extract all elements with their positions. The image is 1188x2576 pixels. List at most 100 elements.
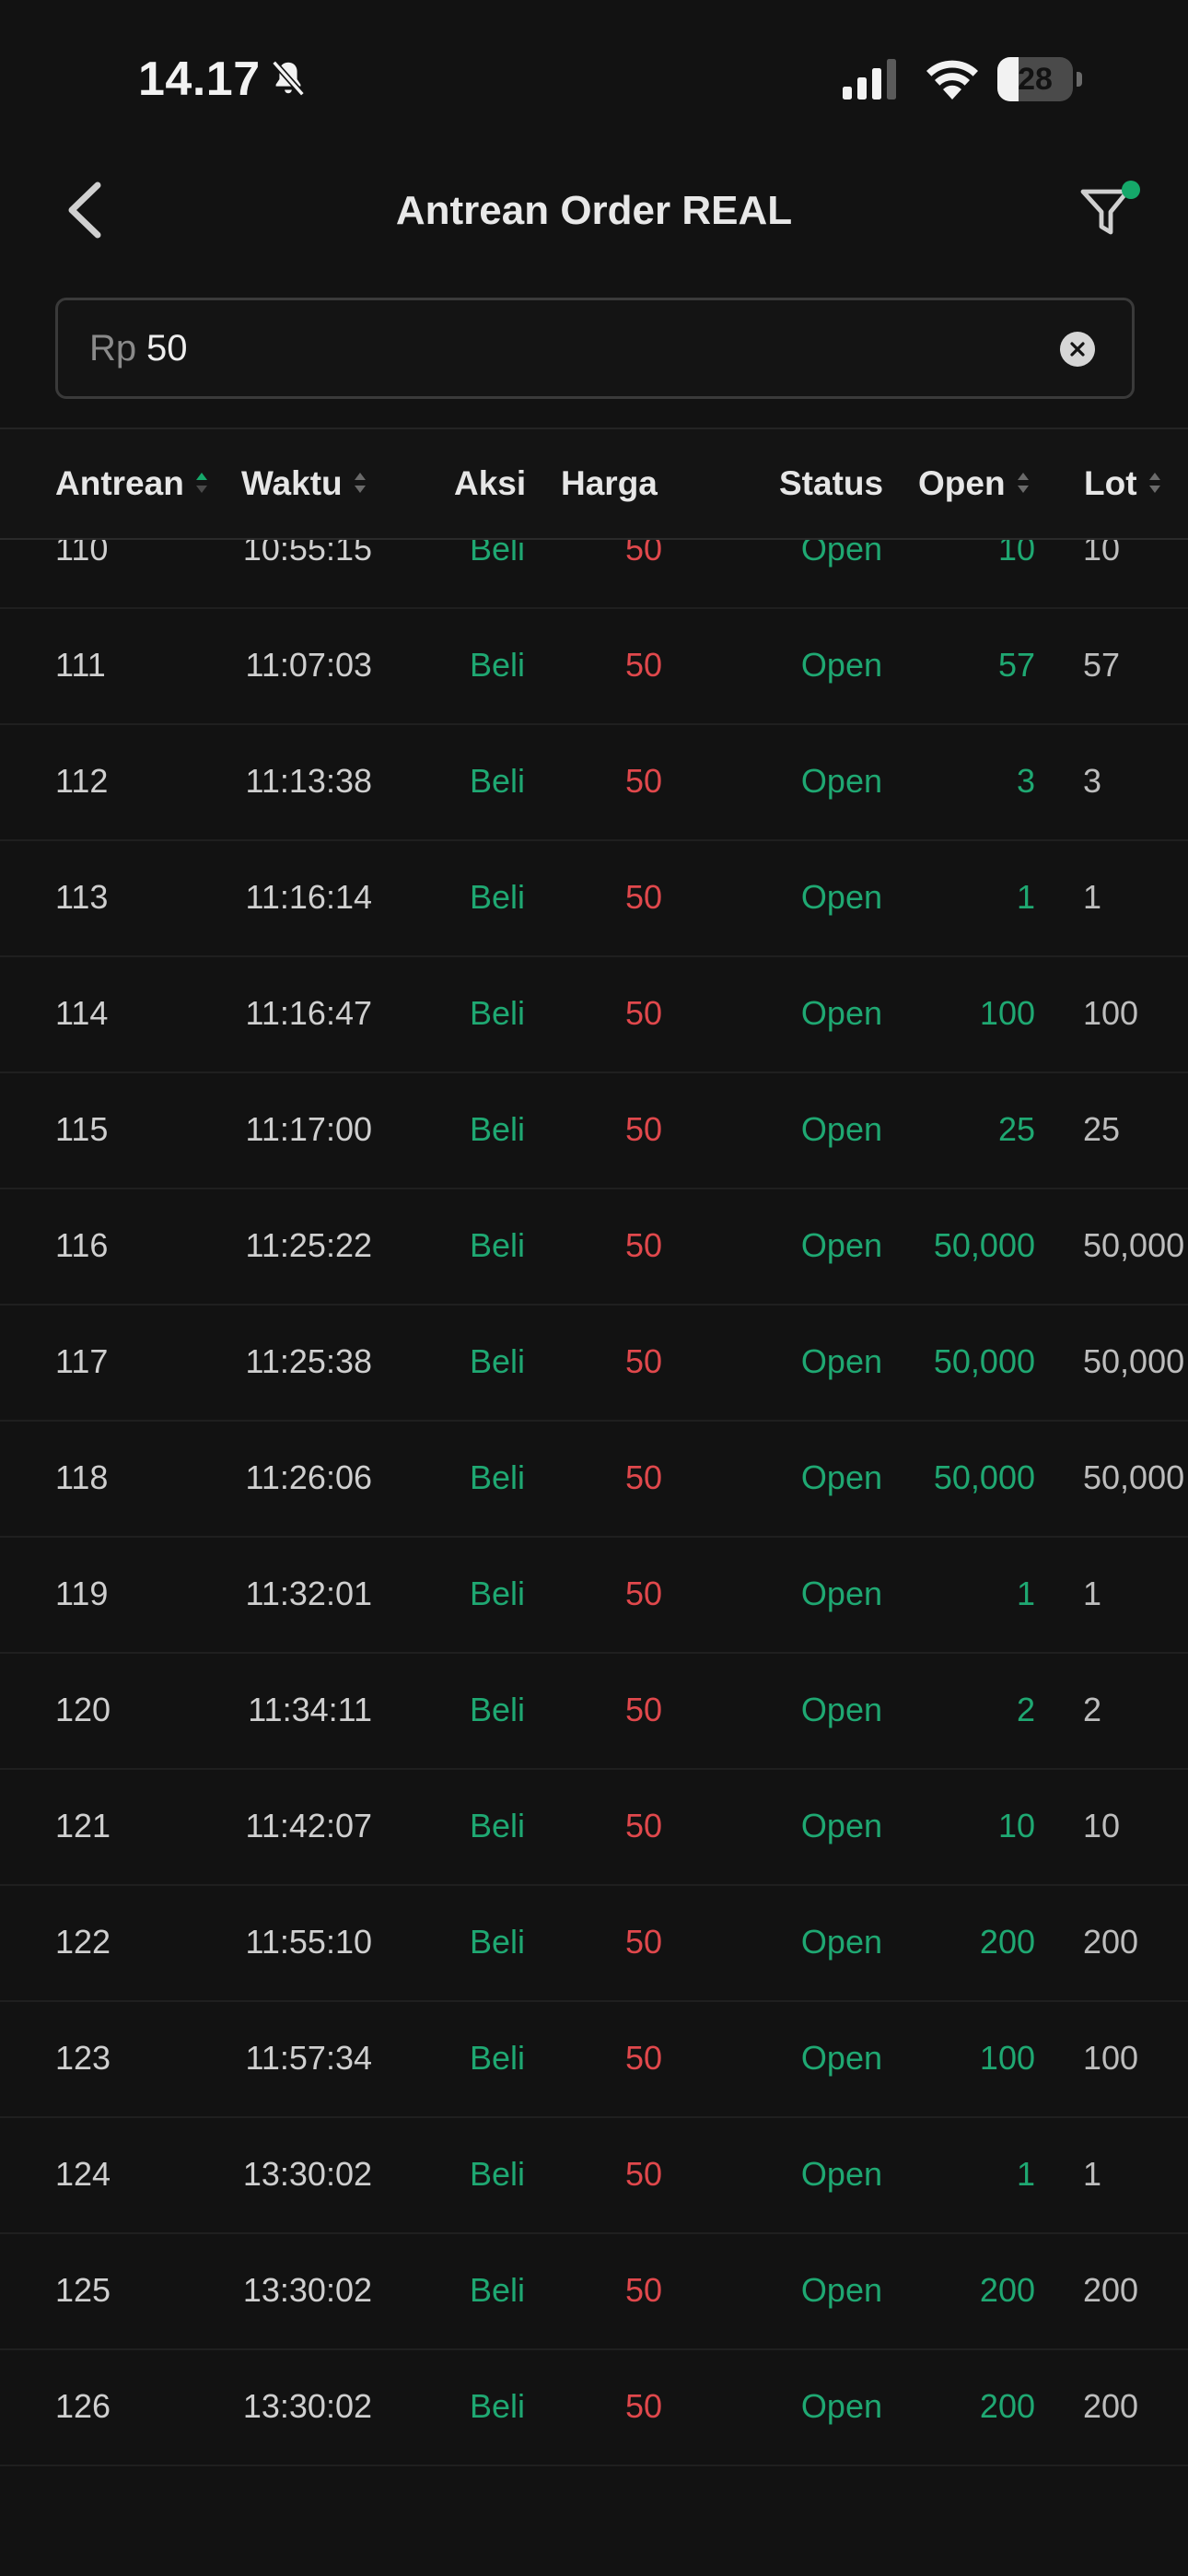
table-row[interactable]: 123 11:57:34 Beli 50 Open 100 100 xyxy=(0,2000,1188,2118)
price-search-input[interactable]: Rp 50 xyxy=(55,298,1135,399)
cell-status: Open xyxy=(800,1691,882,1728)
close-icon xyxy=(1070,342,1085,357)
cell-harga: 50 xyxy=(624,540,662,568)
cell-antrean: 111 xyxy=(55,646,106,684)
cell-lot: 1 xyxy=(1083,1575,1102,1612)
cell-harga: 50 xyxy=(624,1575,662,1612)
cell-waktu: 11:26:06 xyxy=(245,1458,372,1496)
table-row[interactable]: 119 11:32:01 Beli 50 Open 1 1 xyxy=(0,1536,1188,1654)
cell-aksi: Beli xyxy=(469,2271,525,2309)
table-row[interactable]: 122 11:55:10 Beli 50 Open 200 200 xyxy=(0,1884,1188,2002)
cell-harga: 50 xyxy=(624,646,662,684)
search-value[interactable]: 50 xyxy=(146,300,188,396)
cell-status: Open xyxy=(800,2039,882,2077)
cell-lot: 1 xyxy=(1083,878,1102,916)
status-bar: 14.17 28 xyxy=(0,0,1188,157)
table-row[interactable]: 118 11:26:06 Beli 50 Open 50,000 50,000 xyxy=(0,1420,1188,1538)
cell-lot: 200 xyxy=(1083,1923,1139,1961)
cell-aksi: Beli xyxy=(469,2155,525,2193)
table-row[interactable]: 124 13:30:02 Beli 50 Open 1 1 xyxy=(0,2116,1188,2234)
column-label: Antrean xyxy=(55,464,184,502)
cell-harga: 50 xyxy=(624,1923,662,1961)
column-label: Waktu xyxy=(241,464,343,502)
cell-harga: 50 xyxy=(624,878,662,916)
cell-waktu: 13:30:02 xyxy=(242,2155,372,2193)
cell-lot: 1 xyxy=(1083,2155,1102,2193)
table-row[interactable]: 116 11:25:22 Beli 50 Open 50,000 50,000 xyxy=(0,1188,1188,1306)
cell-harga: 50 xyxy=(624,1226,662,1264)
cell-aksi: Beli xyxy=(469,1342,525,1380)
table-row[interactable]: 126 13:30:02 Beli 50 Open 200 200 xyxy=(0,2348,1188,2466)
cell-harga: 50 xyxy=(624,2387,662,2425)
cell-waktu: 11:42:07 xyxy=(245,1807,372,1844)
cell-aksi: Beli xyxy=(469,1575,525,1612)
cell-open: 2 xyxy=(1016,1691,1035,1728)
cell-open: 50,000 xyxy=(933,1226,1035,1264)
cell-waktu: 11:25:22 xyxy=(245,1226,372,1264)
cell-aksi: Beli xyxy=(469,2387,525,2425)
column-header-aksi: Aksi xyxy=(454,429,526,538)
table-row[interactable]: 112 11:13:38 Beli 50 Open 3 3 xyxy=(0,723,1188,841)
column-header-antrean[interactable]: Antrean xyxy=(55,429,210,538)
cell-harga: 50 xyxy=(624,2039,662,2077)
cell-harga: 50 xyxy=(624,1807,662,1844)
cell-antrean: 125 xyxy=(55,2271,111,2309)
cell-status: Open xyxy=(800,1458,882,1496)
order-queue-table[interactable]: 110 10:55:15 Beli 50 Open 10 10 111 11:07:03 Beli… xyxy=(0,540,1188,2475)
cell-status: Open xyxy=(800,878,882,916)
cell-antrean: 120 xyxy=(55,1691,111,1728)
cell-aksi: Beli xyxy=(469,1226,525,1264)
cell-antrean: 117 xyxy=(55,1342,109,1380)
cell-aksi: Beli xyxy=(469,540,525,568)
cell-antrean: 122 xyxy=(55,1923,111,1961)
table-row[interactable]: 114 11:16:47 Beli 50 Open 100 100 xyxy=(0,955,1188,1073)
column-header-open[interactable]: Open xyxy=(918,429,1031,538)
cell-status: Open xyxy=(800,1575,882,1612)
cell-aksi: Beli xyxy=(469,994,525,1032)
column-header-status: Status xyxy=(779,429,883,538)
table-row[interactable]: 117 11:25:38 Beli 50 Open 50,000 50,000 xyxy=(0,1304,1188,1422)
cell-antrean: 123 xyxy=(55,2039,111,2077)
column-header-waktu[interactable]: Waktu xyxy=(241,429,368,538)
cell-open: 10 xyxy=(997,540,1035,568)
table-row[interactable]: 113 11:16:14 Beli 50 Open 1 1 xyxy=(0,839,1188,957)
cell-waktu: 11:34:11 xyxy=(248,1691,372,1728)
cell-waktu: 13:30:02 xyxy=(242,2271,372,2309)
cell-waktu: 10:55:15 xyxy=(242,540,372,568)
cell-lot: 57 xyxy=(1083,646,1121,684)
cell-antrean: 124 xyxy=(55,2155,111,2193)
cell-harga: 50 xyxy=(624,1110,662,1148)
column-header-lot[interactable]: Lot xyxy=(1084,429,1163,538)
clear-search-button[interactable] xyxy=(1060,332,1095,367)
table-row[interactable]: 115 11:17:00 Beli 50 Open 25 25 xyxy=(0,1071,1188,1189)
cell-waktu: 11:16:14 xyxy=(245,878,372,916)
cell-status: Open xyxy=(800,1807,882,1844)
table-row[interactable]: 110 10:55:15 Beli 50 Open 10 10 xyxy=(0,540,1188,609)
sort-icon xyxy=(354,473,366,494)
cell-open: 100 xyxy=(979,994,1035,1032)
cell-harga: 50 xyxy=(624,994,662,1032)
table-row[interactable]: 120 11:34:11 Beli 50 Open 2 2 xyxy=(0,1652,1188,1770)
table-row[interactable]: 121 11:42:07 Beli 50 Open 10 10 xyxy=(0,1768,1188,1886)
cell-aksi: Beli xyxy=(469,1458,525,1496)
cell-antrean: 126 xyxy=(55,2387,111,2425)
cell-open: 200 xyxy=(979,2387,1035,2425)
cell-aksi: Beli xyxy=(469,878,525,916)
cell-aksi: Beli xyxy=(469,762,525,800)
cell-waktu: 11:13:38 xyxy=(245,762,372,800)
cell-lot: 100 xyxy=(1083,2039,1139,2077)
table-row[interactable]: 111 11:07:03 Beli 50 Open 57 57 xyxy=(0,607,1188,725)
cell-aksi: Beli xyxy=(469,2039,525,2077)
wifi-icon xyxy=(926,60,978,100)
cell-harga: 50 xyxy=(624,1458,662,1496)
cell-harga: 50 xyxy=(624,2271,662,2309)
cell-antrean: 119 xyxy=(55,1575,109,1612)
cell-aksi: Beli xyxy=(469,1923,525,1961)
cell-lot: 2 xyxy=(1083,1691,1102,1728)
sort-icon xyxy=(1017,473,1029,494)
cell-antrean: 113 xyxy=(55,878,109,916)
cell-waktu: 11:25:38 xyxy=(245,1342,372,1380)
column-label: Open xyxy=(918,464,1006,502)
cell-waktu: 11:07:03 xyxy=(245,646,372,684)
table-row[interactable]: 125 13:30:02 Beli 50 Open 200 200 xyxy=(0,2232,1188,2350)
